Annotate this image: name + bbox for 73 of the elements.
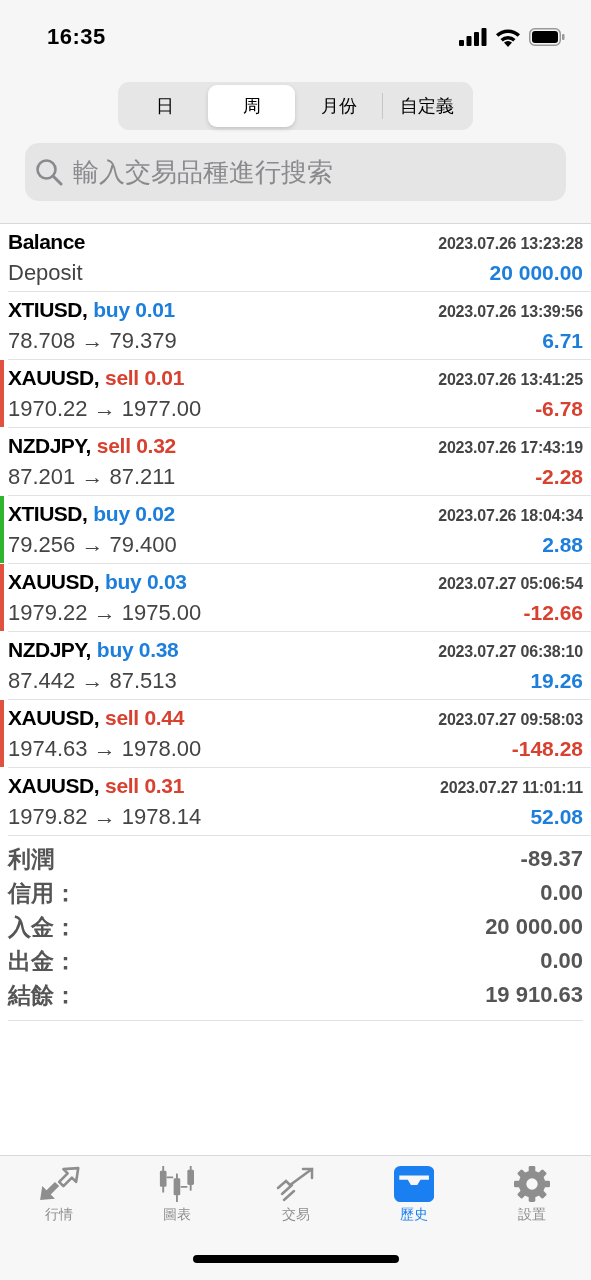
profit-amount: 20 000.00 bbox=[489, 260, 583, 285]
summary-value: 19 910.63 bbox=[485, 982, 583, 1008]
summary-label: 結餘： bbox=[8, 980, 77, 1010]
trend-arrow-icon bbox=[275, 1166, 316, 1202]
tab-bar-item[interactable]: 交易 bbox=[236, 1166, 355, 1242]
timestamp: 2023.07.27 06:38:10 bbox=[438, 642, 583, 661]
summary-value: 0.00 bbox=[540, 880, 583, 906]
profit-amount: 19.26 bbox=[530, 668, 583, 693]
order-label: sell 0.44 bbox=[105, 705, 185, 730]
order-label: buy 0.01 bbox=[93, 297, 175, 322]
symbol-label: XAUUSD, bbox=[8, 569, 99, 594]
timestamp: 2023.07.26 13:39:56 bbox=[438, 302, 583, 321]
price-range: 79.256 → 79.400 bbox=[8, 531, 177, 558]
symbol-label: XTIUSD, bbox=[8, 297, 88, 322]
arrows-icon bbox=[37, 1166, 81, 1202]
profit-amount: -148.28 bbox=[511, 736, 583, 761]
profit-amount: -2.28 bbox=[535, 464, 583, 489]
order-label: sell 0.01 bbox=[105, 365, 185, 390]
tab-bar-item[interactable]: 行情 bbox=[0, 1166, 119, 1242]
order-label: buy 0.03 bbox=[105, 569, 187, 594]
summary-label: 信用： bbox=[8, 878, 77, 908]
symbol-label: NZDJPY, bbox=[8, 433, 91, 458]
profit-amount: 6.71 bbox=[542, 328, 583, 353]
timestamp: 2023.07.26 13:23:28 bbox=[438, 234, 583, 253]
period-tab[interactable]: 周 bbox=[208, 85, 295, 127]
price-range: 1974.63 → 1978.00 bbox=[8, 735, 202, 762]
entry-type: Deposit bbox=[8, 259, 83, 286]
summary-value: 0.00 bbox=[540, 948, 583, 974]
period-tab[interactable]: 自定義 bbox=[383, 85, 470, 127]
tab-bar-item[interactable]: 設置 bbox=[472, 1166, 591, 1242]
symbol-label: XAUUSD, bbox=[8, 365, 99, 390]
profit-amount: -12.66 bbox=[523, 600, 583, 625]
order-label: sell 0.31 bbox=[105, 773, 185, 798]
summary-label: 出金： bbox=[8, 946, 77, 976]
price-range: 1979.22 → 1975.00 bbox=[8, 599, 202, 626]
summary-label: 入金： bbox=[8, 912, 77, 942]
price-range: 87.201 → 87.211 bbox=[8, 463, 176, 490]
gear-icon bbox=[513, 1166, 550, 1202]
tab-bar-item[interactable]: 圖表 bbox=[118, 1166, 237, 1242]
profit-amount: 2.88 bbox=[542, 532, 583, 557]
search-field[interactable]: 輸入交易品種進行搜索 bbox=[25, 143, 566, 201]
timestamp: 2023.07.26 17:43:19 bbox=[438, 438, 583, 457]
symbol-label: XAUUSD, bbox=[8, 773, 99, 798]
order-label: buy 0.38 bbox=[96, 637, 179, 662]
wifi-icon bbox=[495, 27, 521, 47]
status-time: 16:35 bbox=[47, 24, 106, 50]
candlestick-icon bbox=[158, 1166, 197, 1202]
tab-bar-item[interactable]: 歷史 bbox=[354, 1166, 473, 1242]
timestamp: 2023.07.27 05:06:54 bbox=[438, 574, 583, 593]
timestamp: 2023.07.27 09:58:03 bbox=[438, 710, 583, 729]
entry-title: Balance bbox=[8, 229, 86, 254]
battery-icon bbox=[529, 28, 565, 46]
timestamp: 2023.07.26 18:04:34 bbox=[438, 506, 583, 525]
signal-icon bbox=[459, 28, 487, 46]
timestamp: 2023.07.26 13:41:25 bbox=[438, 370, 583, 389]
price-range: 87.442 → 87.513 bbox=[8, 667, 177, 694]
period-tab[interactable]: 月份 bbox=[295, 85, 382, 127]
order-label: buy 0.02 bbox=[93, 501, 175, 526]
summary-value: 20 000.00 bbox=[485, 914, 583, 940]
symbol-label: XTIUSD, bbox=[8, 501, 88, 526]
summary-label: 利潤 bbox=[8, 844, 54, 874]
summary-value: -89.37 bbox=[520, 846, 583, 872]
profit-amount: -6.78 bbox=[535, 396, 583, 421]
profit-amount: 52.08 bbox=[530, 804, 583, 829]
symbol-label: NZDJPY, bbox=[8, 637, 91, 662]
price-range: 1979.82 → 1978.14 bbox=[8, 803, 202, 830]
price-range: 78.708 → 79.379 bbox=[8, 327, 177, 354]
timestamp: 2023.07.27 11:01:11 bbox=[440, 778, 583, 797]
symbol-label: XAUUSD, bbox=[8, 705, 99, 730]
period-tab[interactable]: 日 bbox=[121, 85, 208, 127]
order-label: sell 0.32 bbox=[96, 433, 176, 458]
inbox-icon bbox=[393, 1166, 434, 1202]
price-range: 1970.22 → 1977.00 bbox=[8, 395, 202, 422]
